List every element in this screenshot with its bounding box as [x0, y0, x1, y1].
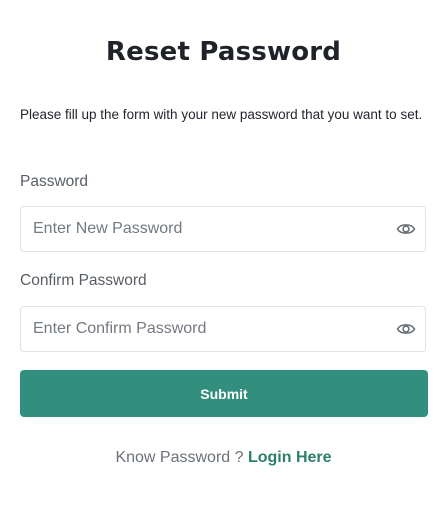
login-here-link[interactable]: Login Here	[248, 449, 332, 466]
eye-icon[interactable]	[396, 320, 416, 338]
confirm-password-input[interactable]	[21, 307, 393, 351]
password-label: Password	[20, 173, 89, 190]
confirm-password-label: Confirm Password	[20, 272, 147, 289]
password-field-wrapper	[20, 206, 426, 252]
eye-icon[interactable]	[396, 220, 416, 238]
intro-text: Please fill up the form with your new pa…	[20, 107, 423, 122]
login-prompt-text: Know Password ?	[115, 449, 248, 466]
confirm-password-field-wrapper	[20, 306, 426, 352]
new-password-input[interactable]	[21, 207, 393, 251]
page-title: Reset Password	[105, 37, 342, 67]
login-prompt: Know Password ? Login Here	[0, 449, 447, 467]
submit-button[interactable]: Submit	[20, 370, 428, 417]
